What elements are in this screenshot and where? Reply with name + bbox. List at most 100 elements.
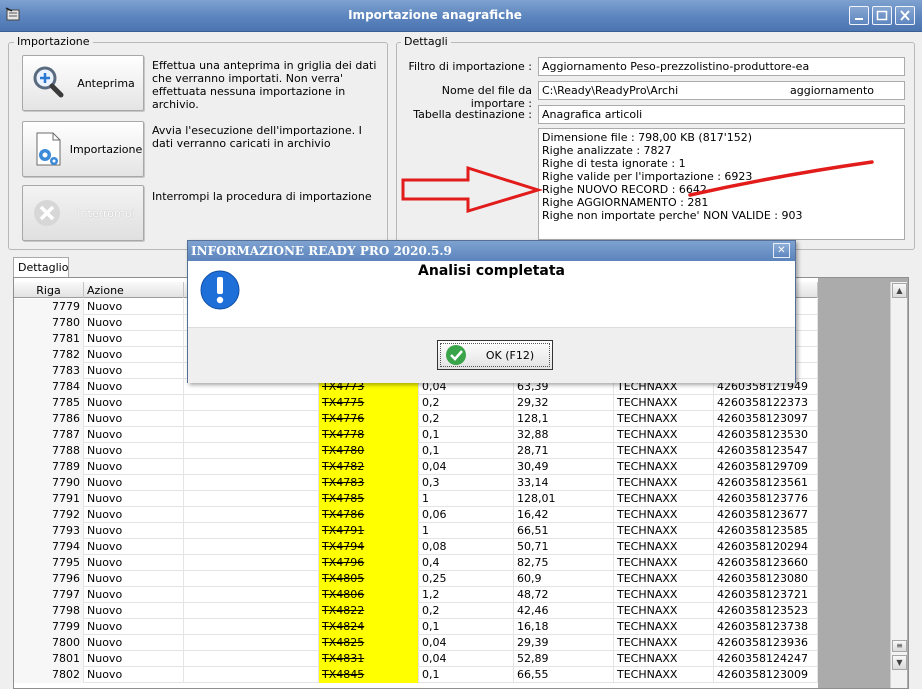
- cell-blank: [184, 667, 319, 683]
- filtro-label: Filtro di importazione :: [408, 60, 532, 73]
- scroll-thumb[interactable]: ≡: [892, 640, 907, 652]
- table-row[interactable]: 7802 Nuovo TX4845 0,1 66,55 TECHNAXX 426035812…: [14, 667, 818, 683]
- cell-azione: Nuovo: [84, 363, 184, 379]
- cell-codice: TX4786: [319, 507, 419, 523]
- header-riga[interactable]: Riga: [14, 282, 84, 298]
- filtro-value: Aggiornamento Peso-prezzolistino-produtt…: [542, 60, 810, 73]
- maximize-icon: [876, 10, 888, 21]
- window-right-edge: [910, 277, 922, 689]
- file-field[interactable]: C:\Ready\ReadyPro\Archi aggiornamento: [538, 81, 905, 100]
- dettagli-legend: Dettagli: [401, 35, 451, 48]
- cell-riga: 7792: [14, 507, 84, 523]
- cell-codice: TX4776: [319, 411, 419, 427]
- cell-peso: 0,1: [419, 443, 514, 459]
- cell-ean: 4260358123936: [714, 635, 818, 651]
- dialog-close-button[interactable]: ✕: [773, 243, 790, 258]
- cell-riga: 7799: [14, 619, 84, 635]
- cell-ean: 4260358123547: [714, 443, 818, 459]
- tab-dettaglio[interactable]: Dettaglio: [13, 257, 69, 278]
- cell-azione: Nuovo: [84, 299, 184, 315]
- cell-codice: TX4778: [319, 427, 419, 443]
- cell-ean: 4260358123677: [714, 507, 818, 523]
- cell-peso: 0,1: [419, 427, 514, 443]
- cell-peso: 0,06: [419, 507, 514, 523]
- table-row[interactable]: 7791 Nuovo TX4785 1 128,01 TECHNAXX 4260358123…: [14, 491, 818, 507]
- cell-produttore: TECHNAXX: [614, 603, 714, 619]
- cell-prezzo: 128,01: [514, 491, 614, 507]
- cell-prezzo: 52,89: [514, 651, 614, 667]
- cell-prezzo: 82,75: [514, 555, 614, 571]
- interrompi-button[interactable]: Interrompi: [22, 185, 144, 241]
- info-dialog: INFORMAZIONE READY PRO 2020.5.9 ✕ Analis…: [187, 240, 796, 383]
- table-row[interactable]: 7799 Nuovo TX4824 0,1 16,18 TECHNAXX 426035812…: [14, 619, 818, 635]
- stop-icon: [29, 193, 69, 233]
- cell-prezzo: 33,14: [514, 475, 614, 491]
- table-row[interactable]: 7794 Nuovo TX4794 0,08 50,71 TECHNAXX 42603581…: [14, 539, 818, 555]
- cell-blank: [184, 619, 319, 635]
- table-row[interactable]: 7797 Nuovo TX4806 1,2 48,72 TECHNAXX 426035812…: [14, 587, 818, 603]
- cell-ean: 4260358123080: [714, 571, 818, 587]
- anteprima-button[interactable]: Anteprima: [22, 55, 144, 111]
- table-row[interactable]: 7801 Nuovo TX4831 0,04 52,89 TECHNAXX 42603581…: [14, 651, 818, 667]
- cell-prezzo: 16,18: [514, 619, 614, 635]
- cell-blank: [184, 443, 319, 459]
- cell-blank: [184, 411, 319, 427]
- table-row[interactable]: 7786 Nuovo TX4776 0,2 128,1 TECHNAXX 426035812…: [14, 411, 818, 427]
- scroll-down-icon[interactable]: ▼: [892, 655, 907, 670]
- table-row[interactable]: 7793 Nuovo TX4791 1 66,51 TECHNAXX 42603581235…: [14, 523, 818, 539]
- window-title: Importazione anagrafiche: [348, 8, 522, 22]
- table-row[interactable]: 7796 Nuovo TX4805 0,25 60,9 TECHNAXX 426035812…: [14, 571, 818, 587]
- cell-riga: 7802: [14, 667, 84, 683]
- table-row[interactable]: 7787 Nuovo TX4778 0,1 32,88 TECHNAXX 426035812…: [14, 427, 818, 443]
- cell-azione: Nuovo: [84, 587, 184, 603]
- cell-prezzo: 30,49: [514, 459, 614, 475]
- cell-prezzo: 29,39: [514, 635, 614, 651]
- cell-codice: TX4796: [319, 555, 419, 571]
- cell-azione: Nuovo: [84, 571, 184, 587]
- close-icon: [900, 10, 910, 21]
- ok-button[interactable]: OK (F12): [437, 340, 553, 370]
- close-button[interactable]: [895, 6, 915, 25]
- header-azione[interactable]: Azione: [84, 282, 184, 298]
- cell-produttore: TECHNAXX: [614, 619, 714, 635]
- cell-codice: TX4791: [319, 523, 419, 539]
- cell-produttore: TECHNAXX: [614, 635, 714, 651]
- cell-produttore: TECHNAXX: [614, 651, 714, 667]
- annotation-arrow: [401, 160, 874, 214]
- cell-azione: Nuovo: [84, 635, 184, 651]
- tabella-label: Tabella destinazione :: [413, 108, 532, 121]
- cell-produttore: TECHNAXX: [614, 667, 714, 683]
- cell-produttore: TECHNAXX: [614, 475, 714, 491]
- cell-prezzo: 128,1: [514, 411, 614, 427]
- cell-blank: [184, 475, 319, 491]
- cell-riga: 7787: [14, 427, 84, 443]
- cell-ean: 4260358123660: [714, 555, 818, 571]
- cell-blank: [184, 651, 319, 667]
- cell-produttore: TECHNAXX: [614, 411, 714, 427]
- table-row[interactable]: 7788 Nuovo TX4780 0,1 28,71 TECHNAXX 426035812…: [14, 443, 818, 459]
- table-row[interactable]: 7792 Nuovo TX4786 0,06 16,42 TECHNAXX 42603581…: [14, 507, 818, 523]
- cell-blank: [184, 539, 319, 555]
- cell-codice: TX4845: [319, 667, 419, 683]
- tabella-field[interactable]: Anagrafica articoli: [538, 105, 905, 124]
- table-row[interactable]: 7785 Nuovo TX4775 0,2 29,32 TECHNAXX 426035812…: [14, 395, 818, 411]
- cell-peso: 1: [419, 523, 514, 539]
- table-row[interactable]: 7790 Nuovo TX4783 0,3 33,14 TECHNAXX 426035812…: [14, 475, 818, 491]
- minimize-button[interactable]: [849, 6, 869, 25]
- filtro-field[interactable]: Aggiornamento Peso-prezzolistino-produtt…: [538, 57, 905, 76]
- cell-azione: Nuovo: [84, 555, 184, 571]
- stat-line: Dimensione file : 798,00 KB (817'152): [542, 131, 753, 144]
- table-row[interactable]: 7800 Nuovo TX4825 0,04 29,39 TECHNAXX 42603581…: [14, 635, 818, 651]
- table-row[interactable]: 7798 Nuovo TX4822 0,2 42,46 TECHNAXX 426035812…: [14, 603, 818, 619]
- cell-ean: 4260358123561: [714, 475, 818, 491]
- scroll-up-icon[interactable]: ▲: [892, 283, 907, 298]
- vertical-scrollbar[interactable]: ▲ ≡ ▼: [890, 282, 907, 688]
- cell-riga: 7800: [14, 635, 84, 651]
- table-row[interactable]: 7789 Nuovo TX4782 0,04 30,49 TECHNAXX 42603581…: [14, 459, 818, 475]
- maximize-button[interactable]: [872, 6, 892, 25]
- cell-produttore: TECHNAXX: [614, 395, 714, 411]
- table-row[interactable]: 7795 Nuovo TX4796 0,4 82,75 TECHNAXX 426035812…: [14, 555, 818, 571]
- minimize-icon: [855, 18, 863, 20]
- importazione-button[interactable]: Importazione: [22, 121, 144, 177]
- cell-produttore: TECHNAXX: [614, 491, 714, 507]
